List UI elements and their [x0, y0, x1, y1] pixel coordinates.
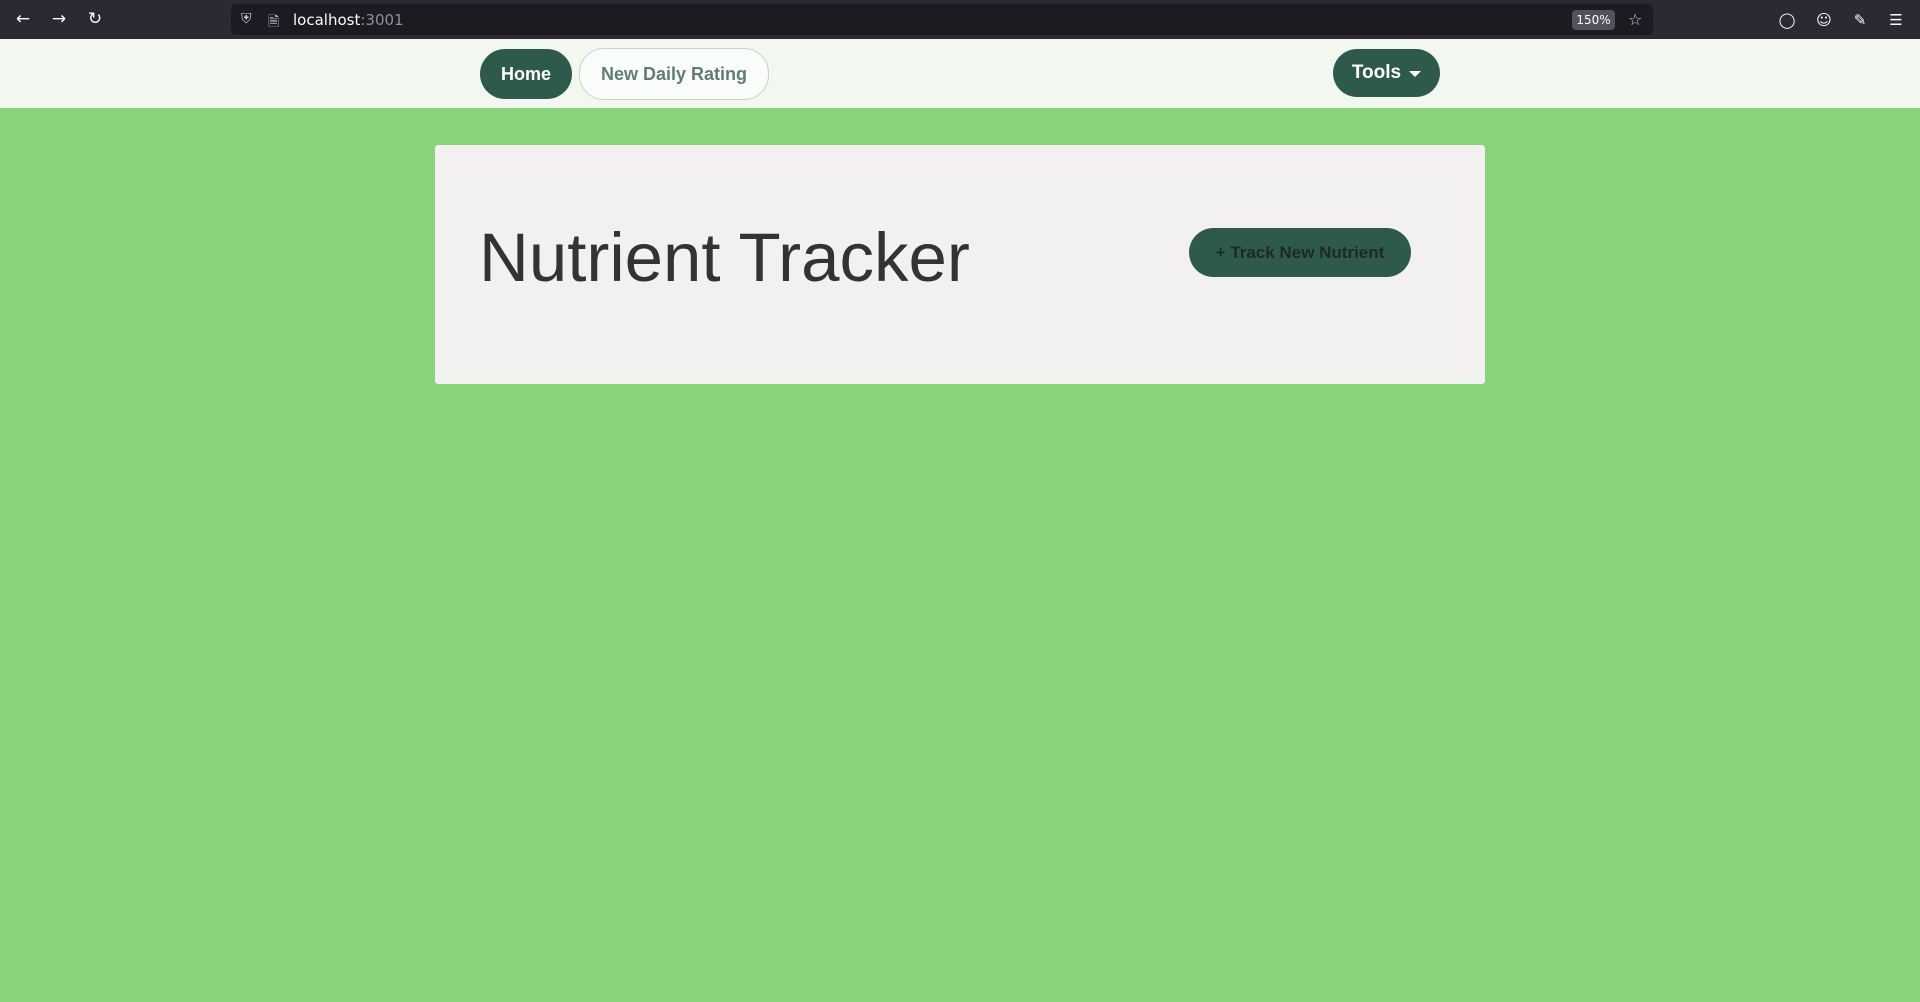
url-port: :3001	[360, 11, 404, 29]
browser-toolbar: ← → ↻ ⛨ 🗎 localhost:3001 150% ☆ ◯ ☺ ✎ ☰	[0, 0, 1920, 39]
track-new-nutrient-button[interactable]: + Track New Nutrient	[1189, 228, 1411, 277]
caret-down-icon	[1409, 71, 1422, 77]
page-title: Nutrient Tracker	[479, 219, 970, 296]
tools-dropdown-button[interactable]: Tools	[1333, 49, 1440, 97]
back-arrow-icon[interactable]: ←	[8, 7, 38, 31]
zoom-level-badge[interactable]: 150%	[1572, 10, 1615, 30]
nav-new-daily-rating-button[interactable]: New Daily Rating	[579, 48, 769, 100]
hamburger-menu-icon[interactable]: ☰	[1884, 8, 1908, 32]
shield-icon[interactable]: ⛨	[241, 11, 252, 27]
url-host: localhost	[293, 11, 361, 29]
address-bar[interactable]: ⛨ 🗎 localhost:3001 150% ☆	[231, 4, 1653, 35]
pocket-icon[interactable]: ◯	[1775, 8, 1799, 32]
forward-arrow-icon[interactable]: →	[44, 7, 74, 31]
url-text[interactable]: localhost:3001	[293, 11, 404, 29]
tools-label: Tools	[1351, 62, 1402, 83]
extensions-icon[interactable]: ✎	[1848, 8, 1872, 32]
app-navbar: Home New Daily Rating Tools	[0, 39, 1920, 108]
account-icon[interactable]: ☺	[1812, 8, 1836, 32]
nav-home-button[interactable]: Home	[480, 49, 572, 99]
page-icon: 🗎	[268, 14, 280, 30]
reload-icon[interactable]: ↻	[80, 7, 110, 31]
header-card: Nutrient Tracker + Track New Nutrient	[435, 145, 1485, 384]
bookmark-star-icon[interactable]: ☆	[1628, 10, 1642, 29]
